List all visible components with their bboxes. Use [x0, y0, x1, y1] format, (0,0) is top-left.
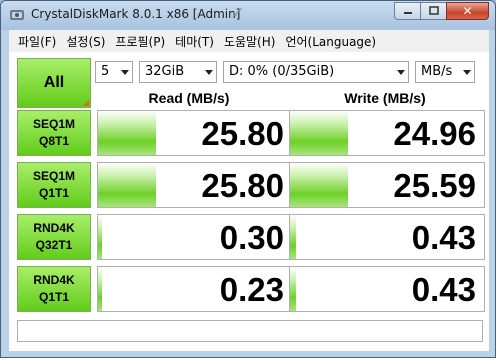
write-value: 0.43: [411, 271, 476, 308]
read-result-rnd4k-q32t1: 0.30: [97, 214, 293, 260]
window-title: CrystalDiskMark 8.0.1 x86 [Admin]: [31, 7, 241, 21]
write-progress-bar: [290, 215, 296, 259]
chevron-down-icon: [397, 70, 405, 75]
test-name: RND4K: [33, 221, 75, 235]
menu-profile[interactable]: 프로필(P): [110, 33, 170, 50]
close-button[interactable]: ✕: [446, 2, 489, 20]
write-result-rnd4k-q1t1: 0.43: [289, 266, 485, 312]
test-params: Q1T1: [38, 290, 69, 304]
write-progress-bar: [290, 163, 349, 207]
disk-icon: [10, 10, 24, 20]
menu-file[interactable]: 파일(F): [13, 33, 61, 50]
chevron-down-icon: [205, 70, 213, 75]
test-params: Q32T1: [35, 238, 73, 252]
write-result-rnd4k-q32t1: 0.43: [289, 214, 485, 260]
read-value: 0.30: [219, 219, 284, 256]
test-name: RND4K: [33, 273, 75, 287]
test-name: SEQ1M: [32, 117, 75, 131]
test-params: Q8T1: [38, 134, 69, 148]
menu-help[interactable]: 도움말(H): [219, 33, 281, 50]
background-check-icon: ✔: [231, 3, 245, 22]
read-progress-bar: [98, 163, 157, 207]
read-value: 25.80: [201, 115, 284, 152]
maximize-icon: [428, 6, 439, 15]
read-value: 0.23: [219, 271, 284, 308]
write-progress-bar: [290, 267, 296, 311]
test-button-seq1m-q8t1[interactable]: SEQ1M Q8T1: [17, 110, 91, 156]
read-result-seq1m-q8t1: 25.80: [97, 110, 293, 156]
read-progress-bar: [98, 111, 157, 155]
write-value: 0.43: [411, 219, 476, 256]
menu-settings[interactable]: 설정(S): [61, 33, 110, 50]
write-column-header: Write (MB/s): [344, 90, 426, 106]
write-progress-bar: [290, 111, 349, 155]
drive-value: D: 0% (0/35GiB): [229, 64, 335, 79]
read-progress-bar: [98, 267, 102, 311]
minimize-icon: [403, 12, 412, 14]
menu-theme[interactable]: 테마(T): [170, 33, 219, 50]
close-icon: ✕: [462, 4, 473, 18]
read-progress-bar: [98, 215, 102, 259]
test-button-rnd4k-q1t1[interactable]: RND4K Q1T1: [17, 266, 91, 312]
unit-select[interactable]: MB/s: [415, 61, 475, 83]
write-result-seq1m-q1t1: 25.59: [289, 162, 485, 208]
maximize-button[interactable]: [420, 2, 446, 20]
title-bar[interactable]: CrystalDiskMark 8.0.1 x86 [Admin] ✔ ✕: [1, 1, 495, 29]
chevron-down-icon: [463, 70, 471, 75]
read-result-seq1m-q1t1: 25.80: [97, 162, 293, 208]
all-button-label: All: [43, 74, 65, 91]
all-button[interactable]: All: [17, 58, 91, 108]
unit-value: MB/s: [421, 64, 453, 79]
test-button-seq1m-q1t1[interactable]: SEQ1M Q1T1: [17, 162, 91, 208]
write-value: 25.59: [393, 167, 476, 204]
chevron-down-icon: [121, 70, 129, 75]
test-count-value: 5: [101, 64, 110, 79]
test-button-rnd4k-q32t1[interactable]: RND4K Q32T1: [17, 214, 91, 260]
write-result-seq1m-q8t1: 24.96: [289, 110, 485, 156]
menu-language[interactable]: 언어(Language): [280, 33, 381, 50]
test-name: SEQ1M: [32, 169, 75, 183]
test-count-select[interactable]: 5: [95, 61, 133, 83]
read-column-header: Read (MB/s): [148, 90, 230, 106]
read-value: 25.80: [201, 167, 284, 204]
test-size-value: 32GiB: [145, 64, 185, 79]
test-size-select[interactable]: 32GiB: [139, 61, 217, 83]
read-result-rnd4k-q1t1: 0.23: [97, 266, 293, 312]
menu-bar: 파일(F) 설정(S) 프로필(P) 테마(T) 도움말(H) 언어(Langu…: [9, 30, 489, 52]
minimize-button[interactable]: [394, 2, 420, 20]
main-panel: All 5 32GiB D: 0% (0/35GiB) MB/s Read (M…: [9, 52, 489, 351]
comment-field[interactable]: [17, 320, 483, 342]
corner-marker-icon: [83, 100, 89, 106]
write-value: 24.96: [393, 115, 476, 152]
drive-select[interactable]: D: 0% (0/35GiB): [223, 61, 409, 83]
test-params: Q1T1: [38, 186, 69, 200]
app-window: CrystalDiskMark 8.0.1 x86 [Admin] ✔ ✕ 파일…: [0, 0, 496, 358]
